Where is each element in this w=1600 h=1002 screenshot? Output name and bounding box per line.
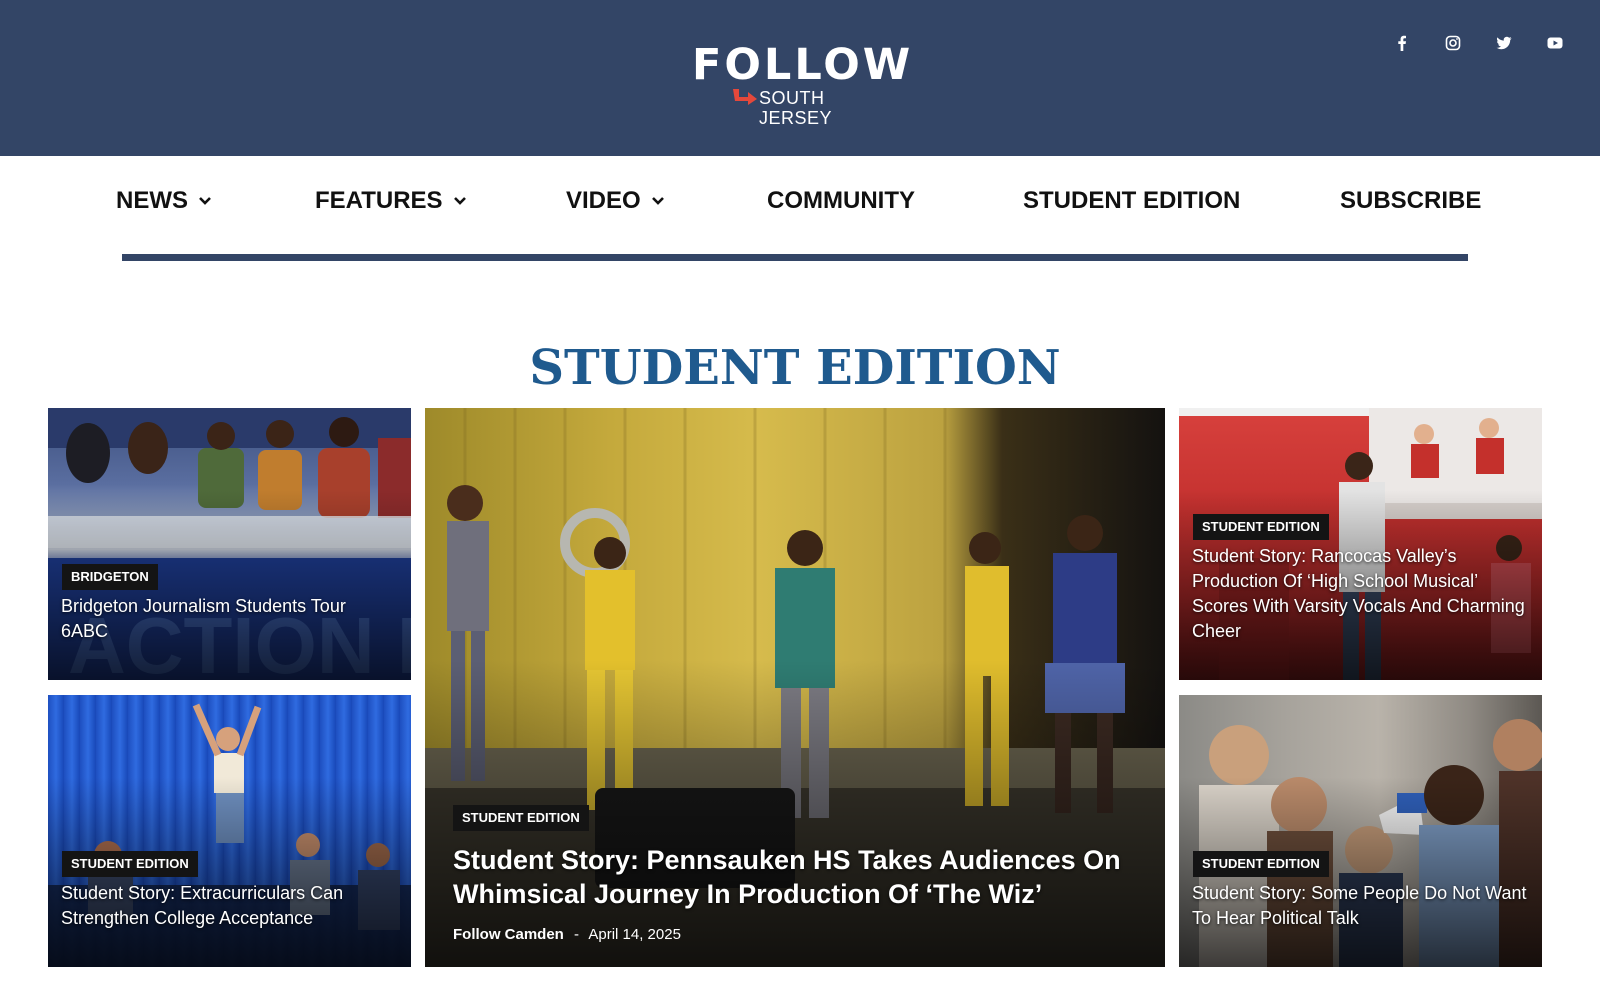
twitter-icon[interactable] xyxy=(1491,30,1517,56)
nav-item-label: NEWS xyxy=(116,187,188,214)
section-title: STUDENT EDITION xyxy=(529,340,1061,396)
logo-subtitle: SOUTH JERSEY xyxy=(759,88,833,128)
nav-item-label: STUDENT EDITION xyxy=(1023,187,1241,214)
article-title[interactable]: Student Story: Some People Do Not Want T… xyxy=(1192,881,1532,931)
article-date: April 14, 2025 xyxy=(588,926,681,943)
nav-item-news[interactable]: NEWS xyxy=(116,186,212,216)
logo-wordmark: FOLLOW xyxy=(692,40,914,90)
chevron-down-icon xyxy=(453,197,466,205)
article-title[interactable]: Student Story: Rancocas Valley’s Product… xyxy=(1192,544,1532,644)
youtube-icon[interactable] xyxy=(1542,30,1568,56)
article-title[interactable]: Student Story: Extracurriculars Can Stre… xyxy=(61,881,391,931)
nav-item-label: COMMUNITY xyxy=(767,187,915,214)
nav-divider xyxy=(122,254,1468,261)
facebook-icon[interactable] xyxy=(1389,30,1415,56)
article-card-extracurriculars[interactable]: STUDENT EDITION Student Story: Extracurr… xyxy=(48,695,411,967)
site-header: FOLLOW SOUTH JERSEY xyxy=(0,0,1600,156)
category-badge[interactable]: STUDENT EDITION xyxy=(453,805,589,831)
chevron-down-icon xyxy=(199,197,211,205)
article-card-bridgeton[interactable]: ACTION NEWS BRIDGETON Bridgeton Journali… xyxy=(48,408,411,680)
nav-item-video[interactable]: VIDEO xyxy=(566,186,665,216)
nav-item-label: FEATURES xyxy=(315,187,443,214)
nav-item-student-edition[interactable]: STUDENT EDITION xyxy=(1023,186,1240,216)
category-badge[interactable]: STUDENT EDITION xyxy=(1193,851,1329,877)
article-meta: Follow Camden - April 14, 2025 xyxy=(453,925,681,945)
nav-item-label: VIDEO xyxy=(566,187,641,214)
nav-item-subscribe[interactable]: SUBSCRIBE xyxy=(1340,186,1481,216)
nav-item-label: SUBSCRIBE xyxy=(1340,187,1482,214)
featured-article-card[interactable]: STUDENT EDITION Student Story: Pennsauke… xyxy=(425,408,1165,967)
nav-item-community[interactable]: COMMUNITY xyxy=(767,186,915,216)
category-badge[interactable]: BRIDGETON xyxy=(62,564,158,590)
main-navigation: NEWS FEATURES VIDEO COMMUNITY STUDENT ED… xyxy=(0,156,1600,256)
article-author[interactable]: Follow Camden xyxy=(453,926,564,943)
article-title[interactable]: Bridgeton Journalism Students Tour 6ABC xyxy=(61,594,381,644)
article-card-political-talk[interactable]: STUDENT EDITION Student Story: Some Peop… xyxy=(1179,695,1542,967)
instagram-icon[interactable] xyxy=(1440,30,1466,56)
article-card-rancocas-valley[interactable]: STUDENT EDITION Student Story: Rancocas … xyxy=(1179,408,1542,680)
site-logo[interactable]: FOLLOW SOUTH JERSEY xyxy=(689,40,910,128)
category-badge[interactable]: STUDENT EDITION xyxy=(62,851,198,877)
meta-separator: - xyxy=(574,926,580,943)
nav-item-features[interactable]: FEATURES xyxy=(315,186,467,216)
chevron-down-icon xyxy=(651,197,664,205)
featured-article-title[interactable]: Student Story: Pennsauken HS Takes Audie… xyxy=(453,843,1133,911)
logo-arrow-icon xyxy=(733,89,757,105)
category-badge[interactable]: STUDENT EDITION xyxy=(1193,514,1329,540)
